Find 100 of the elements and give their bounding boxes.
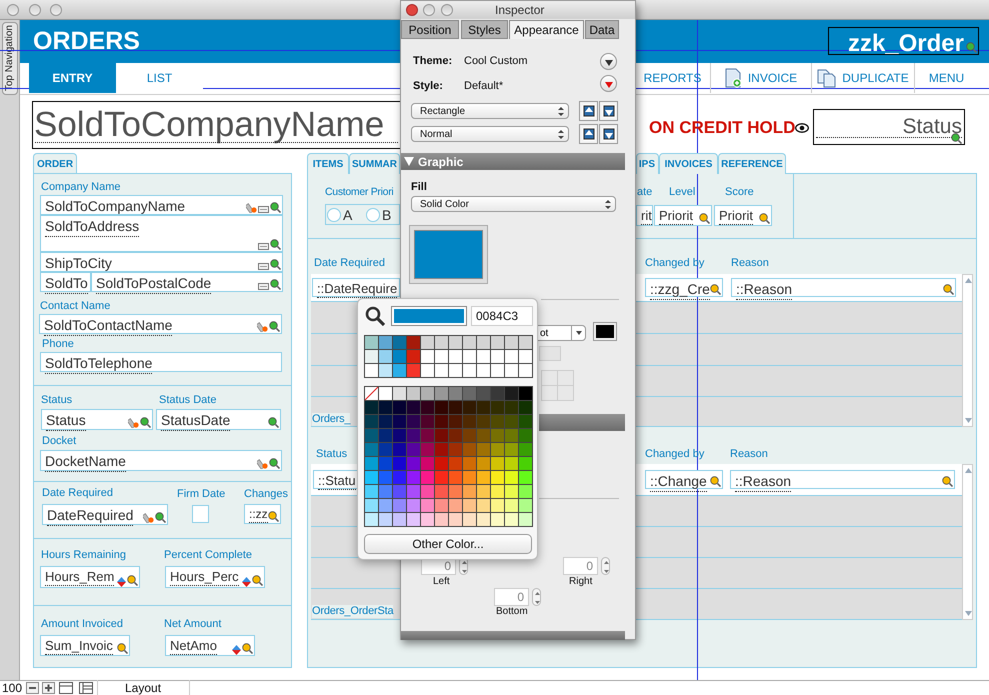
fill-select[interactable]: Solid Color	[411, 196, 616, 212]
arrange-button[interactable]	[599, 101, 618, 121]
number-field[interactable]: 0	[563, 557, 598, 575]
arrange-button[interactable]	[579, 124, 598, 144]
zoom-in-icon[interactable]	[42, 682, 55, 694]
input-field[interactable]: ::Reason	[730, 470, 955, 489]
input-field[interactable]: ::zz	[244, 504, 281, 524]
window-icon[interactable]	[59, 682, 73, 694]
panel-tab[interactable]: INVOICES	[659, 153, 718, 174]
magnifier-icon	[966, 42, 977, 53]
shape-select[interactable]: Rectangle	[411, 103, 569, 119]
style-label: Style:	[413, 81, 443, 92]
magnifier-icon	[951, 133, 962, 144]
portal-title: Orders_OrderSta	[312, 605, 394, 618]
input-field[interactable]: SoldToAddress	[40, 215, 283, 252]
scrollbar[interactable]	[962, 274, 973, 427]
inspector-tab[interactable]: Data	[585, 20, 619, 39]
magnifier-icon	[127, 575, 138, 586]
fill-label: Fill	[411, 182, 427, 193]
radio-option[interactable]: A	[327, 206, 357, 224]
inspector-tab[interactable]: Styles	[461, 20, 508, 39]
pencil-icon	[246, 202, 257, 213]
radio-option[interactable]: B	[366, 206, 396, 224]
mode-label: Layout	[125, 682, 162, 694]
field-label: Score	[725, 187, 754, 198]
updown-icon	[535, 592, 540, 604]
company-name-field[interactable]: SoldToCompanyName	[32, 101, 400, 149]
id-field[interactable]: zzk_Order	[828, 27, 979, 55]
field-label: Hours Remaining	[41, 550, 126, 561]
input-field[interactable]: Priorit	[714, 205, 772, 226]
section-header[interactable]: Graphic	[401, 153, 625, 170]
input-field[interactable]: SoldToCompanyName	[40, 195, 283, 215]
input-field[interactable]: DateRequired	[42, 504, 168, 525]
window-title: Inspector	[495, 4, 544, 16]
list-icon[interactable]	[79, 682, 93, 694]
stepper[interactable]	[532, 588, 541, 606]
field-label: Date Required	[314, 258, 385, 269]
input-field[interactable]: StatusDate	[156, 409, 281, 430]
input-field[interactable]: rit	[636, 205, 653, 226]
panel-tab[interactable]: SUMMAR	[349, 153, 400, 174]
scroll-up-icon[interactable]	[965, 468, 972, 473]
color-well[interactable]	[409, 225, 488, 284]
pencil-icon	[143, 512, 154, 523]
field-label: Reason	[730, 449, 768, 460]
input-field[interactable]: ::DateRequire	[312, 278, 400, 297]
inspector-tab[interactable]: Appearance	[509, 20, 584, 39]
input-field[interactable]: Hours_Perc	[165, 566, 265, 588]
updown-icon	[605, 200, 611, 209]
diamond-icon	[117, 577, 126, 587]
checkbox[interactable]	[192, 505, 209, 523]
menu-button[interactable]	[600, 53, 617, 70]
scrollbar[interactable]	[962, 464, 973, 620]
hex-field[interactable]: 0084C3	[471, 306, 533, 326]
field-label: Net Amount	[164, 619, 222, 630]
status-field[interactable]: Status	[813, 109, 965, 145]
scroll-down-icon[interactable]	[965, 418, 972, 423]
input-field[interactable]: Status	[41, 409, 153, 430]
input-field[interactable]: Priorit	[654, 205, 712, 226]
input-field[interactable]: SoldTo	[40, 272, 91, 292]
arrange-button[interactable]	[599, 124, 618, 144]
search-icon[interactable]	[365, 306, 385, 326]
input-field[interactable]: ::Change	[645, 470, 723, 489]
state-select[interactable]: Normal	[411, 126, 569, 142]
arrange-button[interactable]	[579, 101, 598, 121]
nav-tab[interactable]: ENTRY	[29, 63, 116, 93]
bar-icon	[258, 206, 269, 213]
magnifier-icon	[270, 279, 281, 290]
input-field[interactable]: ::Reason	[731, 278, 956, 297]
input-field[interactable]: Hours_Rem	[40, 566, 140, 588]
zoom-out-icon[interactable]	[26, 682, 39, 694]
magnifier-icon	[270, 239, 281, 250]
panel-tab[interactable]: ORDER	[33, 153, 77, 174]
magnifier-icon	[699, 213, 710, 224]
panel-tab[interactable]: IPS	[636, 153, 659, 174]
inspector-tab[interactable]: Position	[401, 20, 459, 39]
eye-icon	[795, 123, 809, 133]
color-palette-drawing[interactable]	[364, 335, 533, 527]
magnifier-icon	[710, 284, 721, 295]
magnifier-icon	[117, 643, 128, 654]
scroll-up-icon[interactable]	[965, 278, 972, 283]
line-color-well[interactable]	[593, 322, 617, 341]
field-label: Status	[316, 449, 348, 460]
panel-tab[interactable]: REFERENCE	[718, 153, 786, 174]
other-color-button[interactable]: Other Color...	[364, 534, 532, 554]
input-field[interactable]: SoldToContactName	[39, 314, 282, 334]
field-label: Customer Priori	[325, 187, 394, 198]
input-field[interactable]: NetAmo	[165, 635, 255, 656]
stepper[interactable]	[601, 557, 610, 575]
input-field[interactable]: ::zzg_Cre	[645, 278, 723, 297]
panel-tab[interactable]: ITEMS	[307, 153, 349, 174]
pencil-icon	[128, 417, 139, 428]
input-field[interactable]: Sum_Invoic	[40, 635, 130, 656]
number-field[interactable]: 0	[494, 588, 529, 606]
field-label: Status	[41, 395, 72, 406]
input-field[interactable]: ShipToCity	[40, 252, 283, 272]
input-field[interactable]: SoldToTelephone	[40, 352, 282, 372]
input-field[interactable]: SoldToPostalCode	[91, 272, 283, 292]
arrow-up-icon	[583, 105, 595, 118]
input-field[interactable]: DocketName	[40, 450, 282, 471]
scroll-down-icon[interactable]	[965, 611, 972, 616]
